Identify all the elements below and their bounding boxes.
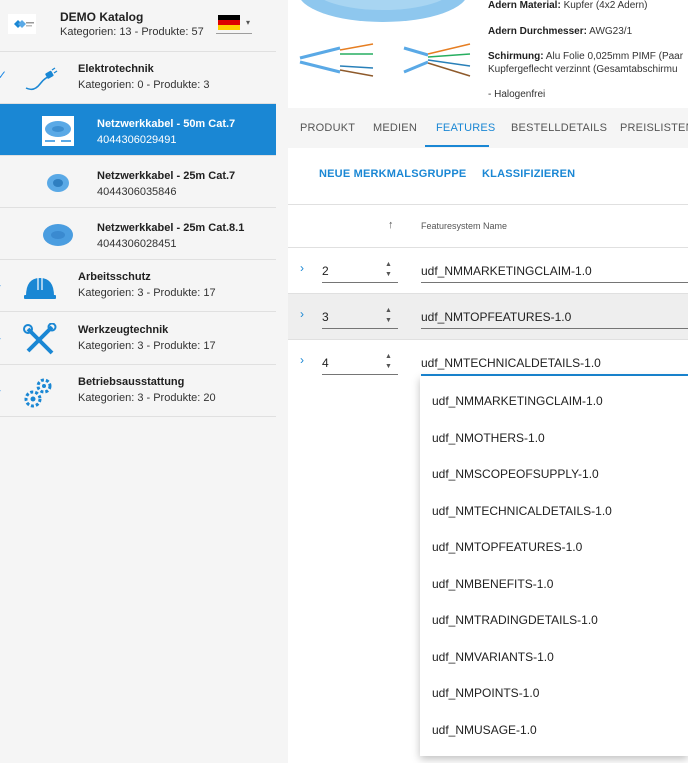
german-flag-icon[interactable] xyxy=(218,15,240,30)
tree-item-arbeitsschutz[interactable]: › Arbeitsschutz Kategorien: 3 - Produkte… xyxy=(0,260,276,312)
new-feature-group-button[interactable]: NEUE MERKMALSGRUPPE xyxy=(319,168,466,180)
chevron-right-icon[interactable]: › xyxy=(300,307,304,321)
spec-adern-durchmesser: Adern Durchmesser: AWG23/1 xyxy=(488,26,633,37)
dropdown-option[interactable]: udf_NMMARKETINGCLAIM-1.0 xyxy=(432,394,603,408)
number-stepper-icon[interactable]: ▲ ▼ xyxy=(385,260,392,280)
tree-item-title: Werkzeugtechnik xyxy=(78,324,169,336)
spec-schirmung: Schirmung: Alu Folie 0,025mm PIMF (Paar xyxy=(488,51,684,62)
tree-item-betriebsausstattung[interactable]: › Betriebsausstattung Kategorien: 3 - Pr… xyxy=(0,365,276,417)
tab-preislisten[interactable]: PREISLISTEN xyxy=(620,108,688,148)
tree-item-meta: Kategorien: 3 - Produkte: 17 xyxy=(78,287,216,299)
input-underline xyxy=(322,374,398,375)
tab-produkt[interactable]: PRODUKT xyxy=(300,108,355,148)
catalog-sidebar: DEMO Katalog Kategorien: 13 - Produkte: … xyxy=(0,0,276,763)
dropdown-option[interactable]: udf_NMVARIANTS-1.0 xyxy=(432,650,554,664)
classify-button[interactable]: KLASSIFIZIEREN xyxy=(482,168,575,180)
tree-item-title: Arbeitsschutz xyxy=(78,271,151,283)
tree-item-meta: Kategorien: 0 - Produkte: 3 xyxy=(78,79,210,91)
table-header: ↑ Featuresystem Name xyxy=(288,204,688,248)
product-image xyxy=(299,0,471,77)
tree-item-title: Betriebsausstattung xyxy=(78,376,185,388)
dropdown-option[interactable]: udf_NMOTHERS-1.0 xyxy=(432,431,545,445)
number-stepper-icon[interactable]: ▲ ▼ xyxy=(385,352,392,372)
table-row: › 2 ▲ ▼ udf_NMMARKETINGCLAIM-1.0 xyxy=(288,248,688,294)
gears-icon xyxy=(24,378,52,408)
active-tab-indicator xyxy=(425,145,489,147)
spec-adern-material: Adern Material: Kupfer (4x2 Adern) xyxy=(488,0,648,11)
tree-item-meta: Kategorien: 3 - Produkte: 20 xyxy=(78,392,216,404)
dropdown-option[interactable]: udf_NMUSAGE-1.0 xyxy=(432,723,537,737)
tab-features[interactable]: FEATURES xyxy=(436,108,495,148)
chevron-down-icon[interactable]: ✓ xyxy=(0,68,7,82)
input-underline xyxy=(322,282,398,283)
order-number-input[interactable]: 4 xyxy=(322,356,329,370)
chevron-right-icon[interactable]: › xyxy=(300,261,304,275)
product-item-netzwerkkabel-25m-cat81[interactable]: Netzwerkkabel - 25m Cat.8.1 404430602845… xyxy=(0,208,276,260)
dropdown-option[interactable]: udf_NMTOPFEATURES-1.0 xyxy=(432,540,582,554)
language-select-underline xyxy=(216,33,252,34)
tree-item-title: Elektrotechnik xyxy=(78,63,154,75)
product-ean: 4044306028451 xyxy=(97,238,177,250)
cable-thumbnail xyxy=(42,116,74,146)
product-item-netzwerkkabel-25m-cat7[interactable]: Netzwerkkabel - 25m Cat.7 4044306035846 xyxy=(0,156,276,208)
tab-bestelldetails[interactable]: BESTELLDETAILS xyxy=(511,108,607,148)
detail-tabs: PRODUKT MEDIEN FEATURES BESTELLDETAILS P… xyxy=(288,108,688,148)
tree-item-elektrotechnik[interactable]: ✓ Elektrotechnik Kategorien: 0 - Produkt… xyxy=(0,52,276,104)
product-title: Netzwerkkabel - 50m Cat.7 xyxy=(97,118,236,130)
product-ean: 4044306029491 xyxy=(97,134,177,146)
dropdown-option[interactable]: udf_NMTECHNICALDETAILS-1.0 xyxy=(432,504,612,518)
input-underline xyxy=(421,328,688,329)
tools-icon xyxy=(23,323,57,355)
chevron-down-icon[interactable]: ▾ xyxy=(246,18,250,27)
input-underline xyxy=(421,282,688,283)
product-title: Netzwerkkabel - 25m Cat.8.1 xyxy=(97,222,245,234)
tree-item-meta: Kategorien: 3 - Produkte: 17 xyxy=(78,340,216,352)
chevron-right-icon[interactable]: › xyxy=(0,383,1,397)
product-ean: 4044306035846 xyxy=(97,186,177,198)
dropdown-option[interactable]: udf_NMSCOPEOFSUPPLY-1.0 xyxy=(432,467,599,481)
product-detail-panel: Adern Material: Kupfer (4x2 Adern) Adern… xyxy=(288,0,688,763)
spec-schirmung-cont: Kupfergeflecht verzinnt (Gesamtabschirmu xyxy=(488,64,678,75)
featuresystem-dropdown-menu: udf_NMMARKETINGCLAIM-1.0 udf_NMOTHERS-1.… xyxy=(420,376,688,756)
tree-item-werkzeugtechnik[interactable]: › Werkzeugtechnik Kategorien: 3 - Produk… xyxy=(0,313,276,365)
product-hero: Adern Material: Kupfer (4x2 Adern) Adern… xyxy=(288,0,688,108)
chevron-right-icon[interactable]: › xyxy=(0,331,1,345)
catalog-meta: Kategorien: 13 - Produkte: 57 xyxy=(60,26,204,38)
order-number-input[interactable]: 3 xyxy=(322,310,329,324)
featuresystem-select[interactable]: udf_NMTOPFEATURES-1.0 xyxy=(421,310,571,324)
dropdown-option[interactable]: udf_NMPOINTS-1.0 xyxy=(432,686,539,700)
helmet-icon xyxy=(24,278,56,299)
spec-halogenfrei: - Halogenfrei xyxy=(488,89,546,100)
sort-arrow-icon[interactable]: ↑ xyxy=(388,219,394,231)
featuresystem-select[interactable]: udf_NMTECHNICALDETAILS-1.0 xyxy=(421,356,601,370)
tab-medien[interactable]: MEDIEN xyxy=(373,108,417,148)
dropdown-option[interactable]: udf_NMTRADINGDETAILS-1.0 xyxy=(432,613,598,627)
number-stepper-icon[interactable]: ▲ ▼ xyxy=(385,306,392,326)
dropdown-option[interactable]: udf_NMBENEFITS-1.0 xyxy=(432,577,553,591)
cable-thumbnail xyxy=(47,174,69,192)
catalog-title: DEMO Katalog xyxy=(60,10,144,24)
input-underline xyxy=(322,328,398,329)
featuresystem-select[interactable]: udf_NMMARKETINGCLAIM-1.0 xyxy=(421,264,592,278)
catalog-logo xyxy=(8,14,36,34)
order-number-input[interactable]: 2 xyxy=(322,264,329,278)
table-row: › 3 ▲ ▼ udf_NMTOPFEATURES-1.0 xyxy=(288,294,688,340)
product-title: Netzwerkkabel - 25m Cat.7 xyxy=(97,170,236,182)
catalog-header[interactable]: DEMO Katalog Kategorien: 13 - Produkte: … xyxy=(0,0,276,52)
product-item-netzwerkkabel-50m[interactable]: Netzwerkkabel - 50m Cat.7 4044306029491 xyxy=(0,104,276,156)
chevron-right-icon[interactable]: › xyxy=(300,353,304,367)
chevron-right-icon[interactable]: › xyxy=(0,278,1,292)
column-header-featuresystem-name[interactable]: Featuresystem Name xyxy=(421,221,507,231)
plug-icon xyxy=(25,67,58,91)
cable-thumbnail xyxy=(43,224,73,246)
